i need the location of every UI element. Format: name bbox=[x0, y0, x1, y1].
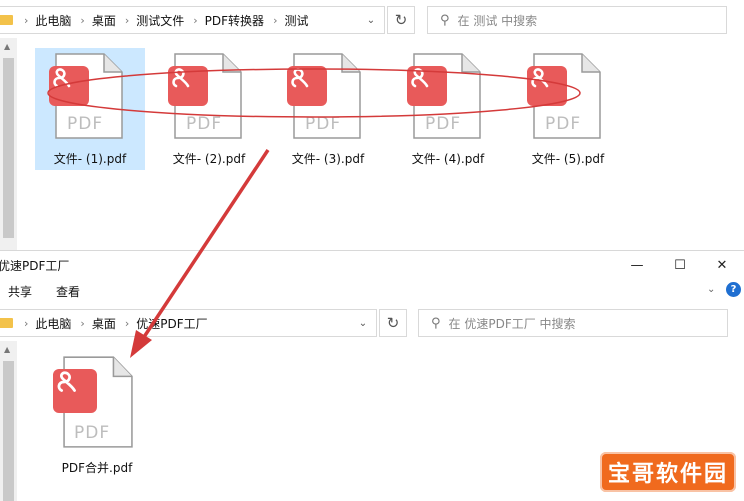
pdf-file-icon: PDF bbox=[287, 52, 362, 140]
file-item[interactable]: PDF 文件- (4).pdf bbox=[393, 48, 503, 170]
pdf-label: PDF bbox=[425, 114, 462, 134]
chevron-right-icon: › bbox=[273, 13, 278, 27]
breadcrumb-item[interactable]: PDF转换器 bbox=[205, 12, 264, 29]
ribbon-expand-icon[interactable]: ⌄ bbox=[707, 284, 715, 295]
chevron-right-icon: › bbox=[24, 13, 29, 27]
file-name: 文件- (4).pdf bbox=[411, 152, 485, 166]
chevron-right-icon: › bbox=[124, 13, 130, 27]
breadcrumb-item[interactable]: 桌面 bbox=[92, 12, 116, 29]
breadcrumb-item[interactable]: 此电脑 bbox=[35, 315, 71, 332]
watermark-logo: 宝哥软件园 bbox=[600, 452, 736, 492]
file-name: 文件- (3).pdf bbox=[291, 152, 365, 166]
address-dropdown-icon[interactable]: ⌄ bbox=[350, 310, 376, 336]
search-icon: ⚲ bbox=[440, 12, 450, 28]
file-name: 文件- (1).pdf bbox=[53, 152, 127, 166]
pdf-logo-icon bbox=[168, 66, 208, 106]
file-item[interactable]: PDF 文件- (2).pdf bbox=[154, 48, 264, 170]
chevron-right-icon: › bbox=[80, 316, 85, 330]
pdf-file-icon: PDF bbox=[168, 52, 243, 140]
title-bar: 优速PDF工厂 — ☐ ✕ bbox=[0, 251, 744, 279]
pdf-logo-icon bbox=[49, 66, 89, 106]
pdf-file-icon: PDF bbox=[49, 52, 124, 140]
search-input[interactable]: ⚲ 在 测试 中搜索 bbox=[427, 6, 727, 34]
file-item[interactable]: PDF PDF合并.pdf bbox=[42, 351, 152, 481]
top-explorer-window: › 此电脑 › 桌面 › 测试文件 › PDF转换器 › 测试 ⌄ ↻ ⚲ 在 测试 中搜… bbox=[0, 0, 744, 250]
refresh-button[interactable]: ↻ bbox=[379, 309, 407, 337]
ribbon-tabs: 共享 查看 ⌄ ? bbox=[0, 279, 744, 301]
pdf-logo-icon bbox=[527, 66, 567, 106]
pdf-logo-icon bbox=[407, 66, 447, 106]
chevron-right-icon: › bbox=[80, 13, 85, 27]
refresh-button[interactable]: ↻ bbox=[387, 6, 415, 34]
pdf-logo-icon bbox=[287, 66, 327, 106]
breadcrumb-item[interactable]: 桌面 bbox=[92, 315, 116, 332]
breadcrumb-item[interactable]: 测试文件 bbox=[136, 12, 184, 29]
search-placeholder: 在 优速PDF工厂 中搜索 bbox=[448, 316, 576, 331]
address-bar[interactable]: › 此电脑 › 桌面 › 优速PDF工厂 ⌄ bbox=[0, 309, 377, 337]
chevron-right-icon: › bbox=[124, 316, 130, 330]
search-icon: ⚲ bbox=[431, 315, 441, 331]
search-input[interactable]: ⚲ 在 优速PDF工厂 中搜索 bbox=[418, 309, 728, 337]
scroll-up-icon[interactable]: ▲ bbox=[4, 345, 10, 354]
help-icon[interactable]: ? bbox=[726, 282, 741, 297]
minimize-button[interactable]: — bbox=[622, 253, 652, 277]
file-name: PDF合并.pdf bbox=[61, 461, 133, 475]
address-row: › 此电脑 › 桌面 › 测试文件 › PDF转换器 › 测试 ⌄ ↻ ⚲ 在 测试 中搜… bbox=[0, 0, 744, 38]
chevron-right-icon: › bbox=[24, 316, 29, 330]
address-bar[interactable]: › 此电脑 › 桌面 › 测试文件 › PDF转换器 › 测试 ⌄ bbox=[0, 6, 385, 34]
scrollbar-thumb[interactable] bbox=[3, 361, 14, 501]
file-name: 文件- (2).pdf bbox=[172, 152, 246, 166]
pdf-logo-icon bbox=[53, 369, 97, 413]
vertical-scrollbar[interactable]: ▲ bbox=[0, 38, 17, 250]
scroll-up-icon[interactable]: ▲ bbox=[4, 42, 10, 51]
folder-icon bbox=[0, 318, 13, 328]
pdf-file-icon: PDF bbox=[527, 52, 602, 140]
file-item[interactable]: PDF 文件- (3).pdf bbox=[273, 48, 383, 170]
breadcrumb-item[interactable]: 测试 bbox=[284, 12, 308, 29]
close-button[interactable]: ✕ bbox=[707, 253, 737, 277]
address-row: › 此电脑 › 桌面 › 优速PDF工厂 ⌄ ↻ ⚲ 在 优速PDF工厂 中搜索 bbox=[0, 303, 744, 341]
pdf-label: PDF bbox=[305, 114, 342, 134]
pdf-file-icon: PDF bbox=[407, 52, 482, 140]
file-name: 文件- (5).pdf bbox=[531, 152, 605, 166]
maximize-button[interactable]: ☐ bbox=[665, 253, 695, 277]
breadcrumb-item[interactable]: 优速PDF工厂 bbox=[136, 315, 207, 332]
vertical-scrollbar[interactable]: ▲ bbox=[0, 341, 17, 501]
pdf-label: PDF bbox=[545, 114, 582, 134]
file-item[interactable]: PDF 文件- (5).pdf bbox=[513, 48, 623, 170]
folder-icon bbox=[0, 15, 13, 25]
scrollbar-thumb[interactable] bbox=[3, 58, 14, 238]
pdf-file-icon: PDF bbox=[53, 355, 133, 448]
pdf-label: PDF bbox=[67, 114, 104, 134]
tab-share[interactable]: 共享 bbox=[8, 283, 32, 300]
pdf-label: PDF bbox=[186, 114, 223, 134]
address-dropdown-icon[interactable]: ⌄ bbox=[358, 7, 384, 33]
window-title: 优速PDF工厂 bbox=[0, 259, 70, 273]
file-item[interactable]: PDF 文件- (1).pdf bbox=[35, 48, 145, 170]
chevron-right-icon: › bbox=[193, 13, 198, 27]
search-placeholder: 在 测试 中搜索 bbox=[457, 13, 538, 28]
pdf-label: PDF bbox=[74, 423, 111, 443]
tab-view[interactable]: 查看 bbox=[56, 283, 80, 300]
breadcrumb-item[interactable]: 此电脑 bbox=[35, 12, 71, 29]
